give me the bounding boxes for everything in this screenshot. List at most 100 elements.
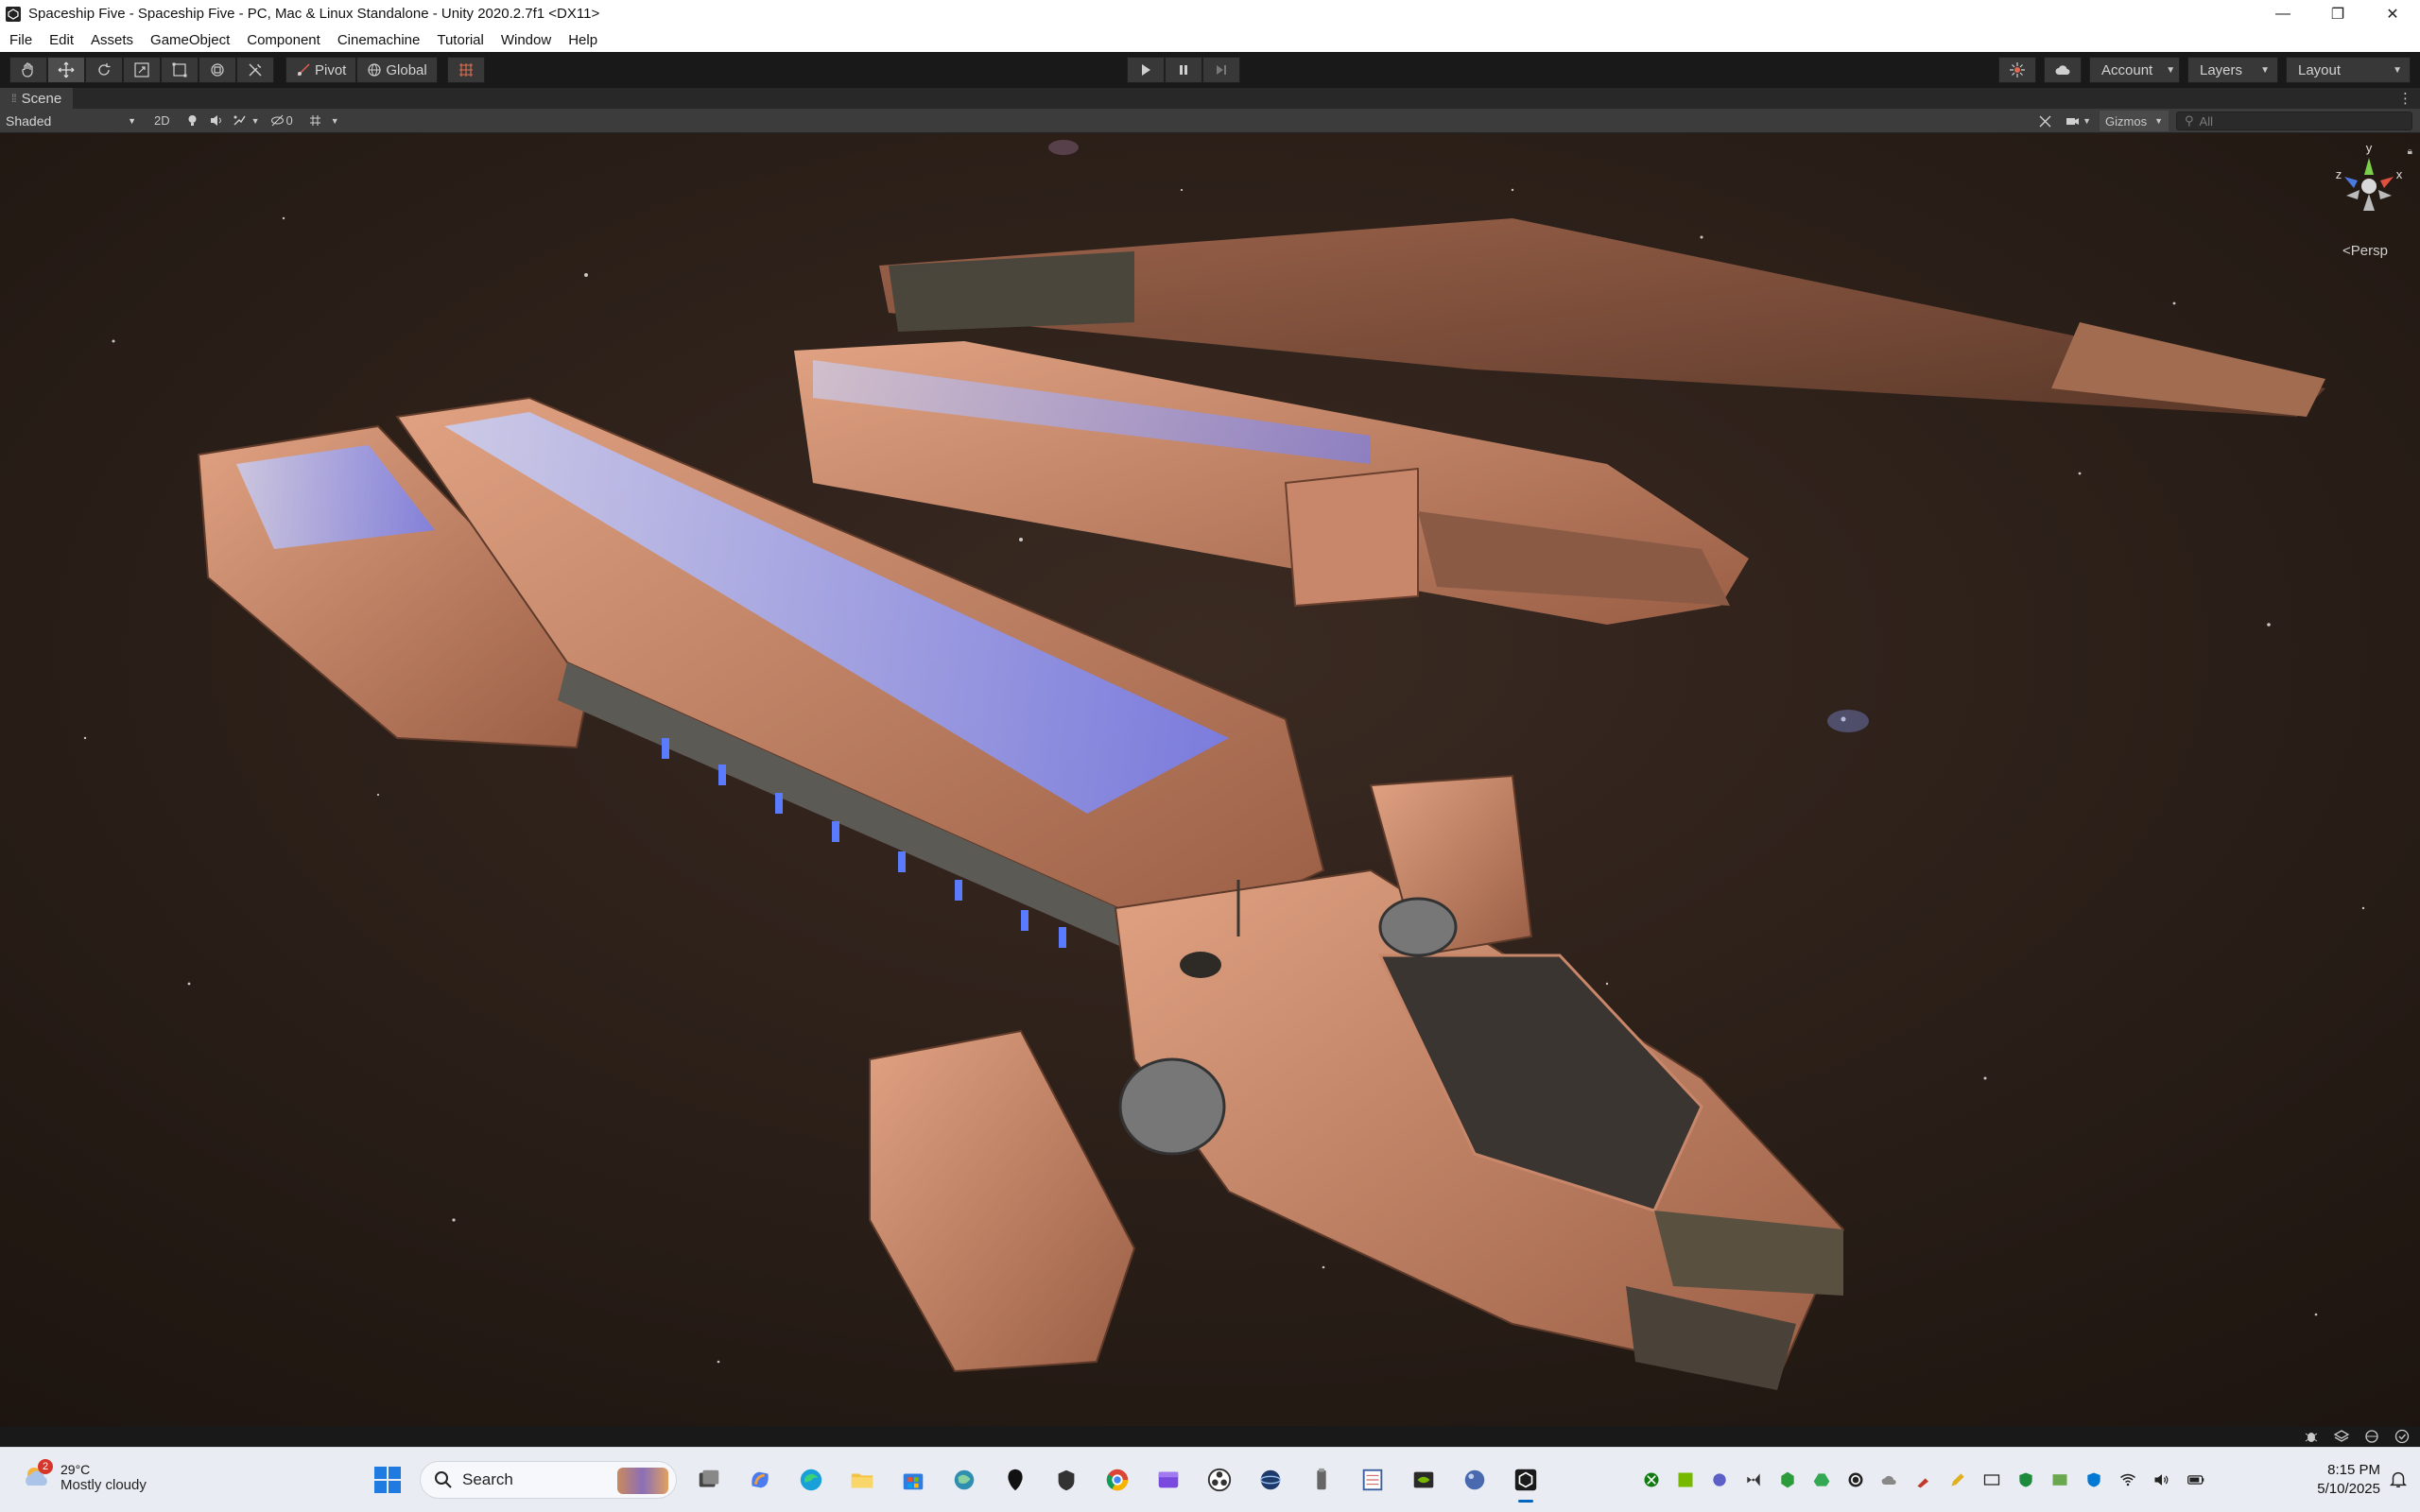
copilot-icon [752, 1471, 769, 1488]
volume-icon[interactable] [2151, 1469, 2173, 1491]
scene-viewport[interactable]: y x z 🔒︎ <Persp [0, 133, 2420, 1426]
network-icon[interactable] [2363, 1428, 2380, 1445]
snap-group [446, 57, 485, 83]
unity-app[interactable] [1507, 1461, 1545, 1503]
vpn-app[interactable] [1252, 1461, 1289, 1499]
green-app-tray-icon[interactable] [1776, 1469, 1799, 1491]
scene-tab-bar: ⁞⁞ Scene ⋮ [0, 88, 2420, 109]
menu-tutorial[interactable]: Tutorial [437, 32, 483, 48]
store-app[interactable] [894, 1461, 932, 1499]
planet-app[interactable] [1456, 1461, 1494, 1499]
teams-tray-icon[interactable] [1708, 1469, 1731, 1491]
battery-icon[interactable] [2185, 1469, 2207, 1491]
search-icon [435, 1471, 452, 1488]
security-tray-icon[interactable] [2083, 1469, 2105, 1491]
grid-snap-button[interactable] [446, 57, 485, 83]
pause-button[interactable] [1165, 57, 1202, 83]
taskbar-search[interactable]: Search [420, 1461, 677, 1499]
layout-dropdown[interactable]: Layout ▼ [2286, 57, 2411, 83]
menu-window[interactable]: Window [501, 32, 551, 48]
pivot-toggle[interactable]: Pivot [285, 57, 357, 83]
cloud-button[interactable] [2044, 57, 2082, 83]
camera-settings[interactable]: ▼ [2061, 111, 2096, 131]
minimize-button[interactable]: — [2256, 0, 2310, 27]
clipchamp-app[interactable] [1150, 1461, 1187, 1499]
nvidia-app[interactable] [1405, 1461, 1443, 1499]
projection-label[interactable]: <Persp [2342, 243, 2388, 259]
play-button[interactable] [1127, 57, 1165, 83]
task-view-app[interactable] [690, 1461, 728, 1499]
dark-app[interactable] [1047, 1461, 1085, 1499]
browser-app[interactable] [945, 1461, 983, 1499]
step-button[interactable] [1202, 57, 1240, 83]
lock-icon[interactable]: 🔒︎ [2408, 146, 2412, 157]
edge-app[interactable] [792, 1461, 830, 1499]
collab-button[interactable] [1998, 57, 2036, 83]
pencil-tray-icon[interactable] [1946, 1469, 1969, 1491]
close-button[interactable]: ✕ [2365, 0, 2420, 27]
account-dropdown[interactable]: Account ▼ [2089, 57, 2180, 83]
weather-badge: 2 [38, 1459, 53, 1474]
layers-dropdown[interactable]: Layers ▼ [2187, 57, 2278, 83]
shield-tray-icon[interactable] [2014, 1469, 2037, 1491]
tools-toggle[interactable] [2033, 111, 2057, 131]
gizmos-dropdown[interactable]: Gizmos ▼ [2100, 111, 2169, 131]
rotate-tool-button[interactable] [85, 57, 123, 83]
photo-tray-icon[interactable] [2048, 1469, 2071, 1491]
scene-visibility-toggle[interactable]: 0 [266, 111, 298, 131]
pause-icon [1180, 65, 1187, 75]
gizmo-z-label: z [2336, 167, 2342, 181]
notification-bell-icon[interactable] [2388, 1469, 2411, 1491]
obs-app[interactable] [1201, 1461, 1238, 1499]
menu-cinemachine[interactable]: Cinemachine [337, 32, 421, 48]
tab-menu-icon[interactable]: ⋮ [2398, 90, 2412, 107]
2d-toggle[interactable]: 2D [149, 111, 175, 131]
menu-help[interactable]: Help [568, 32, 597, 48]
start-button[interactable] [369, 1461, 406, 1499]
grammarly-tray-icon[interactable] [1844, 1469, 1867, 1491]
menu-file[interactable]: File [9, 32, 32, 48]
chevron-down-icon[interactable]: ▼ [251, 116, 260, 126]
effects-toggle[interactable] [228, 111, 251, 131]
drive-tray-icon[interactable] [1810, 1469, 1833, 1491]
brush-tray-icon[interactable] [1912, 1469, 1935, 1491]
onedrive-tray-icon[interactable] [1878, 1469, 1901, 1491]
alienware-app[interactable] [996, 1461, 1034, 1499]
calc-app[interactable] [1354, 1461, 1392, 1499]
usb-app[interactable] [1303, 1461, 1340, 1499]
wifi-icon[interactable] [2117, 1469, 2139, 1491]
audio-toggle[interactable] [204, 111, 228, 131]
draw-mode-dropdown[interactable]: Shaded ▼ [0, 109, 142, 133]
system-clock[interactable]: 8:15 PM 5/10/2025 [2317, 1461, 2380, 1499]
xbox-icon[interactable] [1640, 1469, 1663, 1491]
status-icons [2303, 1428, 2411, 1445]
rect-tool-button[interactable] [161, 57, 199, 83]
weather-widget[interactable]: 2 29°C Mostly cloudy [21, 1459, 147, 1493]
scale-tool-button[interactable] [123, 57, 161, 83]
maximize-button[interactable]: ❐ [2310, 0, 2365, 27]
custom-tool-button[interactable] [236, 57, 274, 83]
menu-component[interactable]: Component [247, 32, 320, 48]
file-explorer-app[interactable] [843, 1461, 881, 1499]
grid-toggle[interactable] [303, 111, 327, 131]
hierarchy-search-input[interactable]: ⚲ All [2176, 112, 2412, 130]
transform-tool-button[interactable] [199, 57, 236, 83]
chevron-down-icon: ▼ [2154, 116, 2163, 126]
hand-tool-button[interactable] [9, 57, 47, 83]
chevron-down-icon[interactable]: ▼ [331, 116, 339, 126]
menu-gameobject[interactable]: GameObject [150, 32, 230, 48]
ime-tray-icon[interactable] [1980, 1469, 2003, 1491]
vs-tray-icon[interactable] [1742, 1469, 1765, 1491]
lighting-toggle[interactable] [181, 111, 204, 131]
global-toggle[interactable]: Global [356, 57, 438, 83]
layers-icon[interactable] [2333, 1428, 2350, 1445]
nvidia-tray-icon[interactable] [1674, 1469, 1697, 1491]
menu-edit[interactable]: Edit [49, 32, 74, 48]
menu-assets[interactable]: Assets [91, 32, 133, 48]
move-tool-button[interactable] [47, 57, 85, 83]
check-circle-icon[interactable] [2394, 1428, 2411, 1445]
copilot-app[interactable] [741, 1461, 779, 1499]
chrome-app[interactable] [1098, 1461, 1136, 1499]
tab-scene[interactable]: ⁞⁞ Scene [0, 88, 74, 109]
bug-icon[interactable] [2303, 1428, 2320, 1445]
